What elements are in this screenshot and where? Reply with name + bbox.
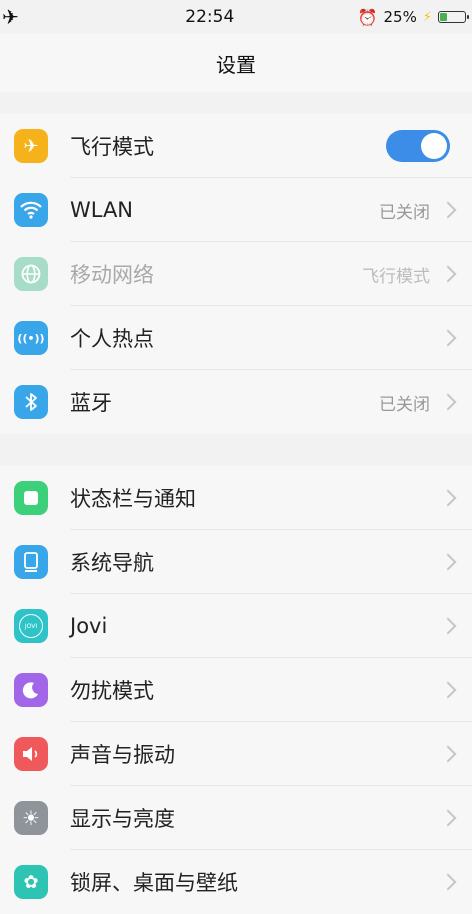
chevron-right-icon <box>439 393 457 411</box>
jovi-icon-text: JOVI <box>19 614 43 638</box>
jovi-icon: JOVI <box>14 609 48 643</box>
airplane-toggle[interactable] <box>386 130 450 162</box>
status-bar: ✈ 22:54 ⏰ 25% ⚡ <box>0 0 472 34</box>
speaker-icon <box>14 737 48 771</box>
battery-icon <box>438 11 469 23</box>
alarm-icon: ⏰ <box>357 7 378 27</box>
settings-row-wallpaper[interactable]: ✿ 锁屏、桌面与壁纸 <box>0 850 472 914</box>
settings-row-mobile-network[interactable]: 移动网络 飞行模式 <box>0 242 472 306</box>
chevron-right-icon <box>439 809 457 827</box>
row-value: 飞行模式 <box>362 266 430 287</box>
chevron-right-icon <box>439 329 457 347</box>
airplane-icon: ✈ <box>14 129 48 163</box>
settings-group-connectivity: ✈ 飞行模式 WLAN 已关闭 移动网络 飞行模式 ((•)) 个人热点 蓝牙 … <box>0 114 472 434</box>
chevron-right-icon <box>439 745 457 763</box>
chevron-right-icon <box>439 265 457 283</box>
row-label: 声音与振动 <box>70 743 175 767</box>
row-label: 飞行模式 <box>70 135 154 159</box>
airplane-status-icon: ✈ <box>2 5 19 29</box>
row-label: 显示与亮度 <box>70 807 175 831</box>
chevron-right-icon <box>439 553 457 571</box>
bluetooth-icon <box>14 385 48 419</box>
row-value: 已关闭 <box>379 202 430 223</box>
navigation-icon <box>14 545 48 579</box>
row-label: WLAN <box>70 198 134 222</box>
row-label: 个人热点 <box>70 327 154 351</box>
chevron-right-icon <box>439 201 457 219</box>
chevron-right-icon <box>439 489 457 507</box>
row-label: 锁屏、桌面与壁纸 <box>70 871 238 895</box>
row-label: Jovi <box>70 614 108 638</box>
settings-row-system-navigation[interactable]: 系统导航 <box>0 530 472 594</box>
brightness-icon: ☀ <box>14 801 48 835</box>
settings-row-jovi[interactable]: JOVI Jovi <box>0 594 472 658</box>
battery-level-fill <box>440 13 447 21</box>
page-title: 设置 <box>0 34 472 92</box>
row-label: 勿扰模式 <box>70 679 154 703</box>
settings-group-system: 状态栏与通知 系统导航 JOVI Jovi 勿扰模式 声音与振动 ☀ 显示与亮度… <box>0 466 472 914</box>
toggle-knob <box>421 133 447 159</box>
notification-icon <box>14 481 48 515</box>
status-right: ⏰ 25% ⚡ <box>358 8 472 27</box>
charging-icon: ⚡ <box>422 9 432 25</box>
chevron-right-icon <box>439 681 457 699</box>
row-label: 系统导航 <box>70 551 154 575</box>
settings-row-hotspot[interactable]: ((•)) 个人热点 <box>0 306 472 370</box>
chevron-right-icon <box>439 873 457 891</box>
settings-row-bluetooth[interactable]: 蓝牙 已关闭 <box>0 370 472 434</box>
globe-icon <box>14 257 48 291</box>
hotspot-icon: ((•)) <box>14 321 48 355</box>
row-label: 移动网络 <box>70 263 154 287</box>
wallpaper-icon: ✿ <box>14 865 48 899</box>
row-value: 已关闭 <box>379 394 430 415</box>
settings-row-wlan[interactable]: WLAN 已关闭 <box>0 178 472 242</box>
battery-percent: 25% <box>383 8 417 26</box>
settings-row-sound-vibration[interactable]: 声音与振动 <box>0 722 472 786</box>
clock: 22:54 <box>185 7 235 27</box>
row-label: 状态栏与通知 <box>70 487 196 511</box>
settings-row-do-not-disturb[interactable]: 勿扰模式 <box>0 658 472 722</box>
settings-row-display-brightness[interactable]: ☀ 显示与亮度 <box>0 786 472 850</box>
settings-row-status-bar-notifications[interactable]: 状态栏与通知 <box>0 466 472 530</box>
row-label: 蓝牙 <box>70 391 112 415</box>
chevron-right-icon <box>439 617 457 635</box>
settings-row-airplane[interactable]: ✈ 飞行模式 <box>0 114 472 178</box>
moon-icon <box>14 673 48 707</box>
wifi-icon <box>14 193 48 227</box>
